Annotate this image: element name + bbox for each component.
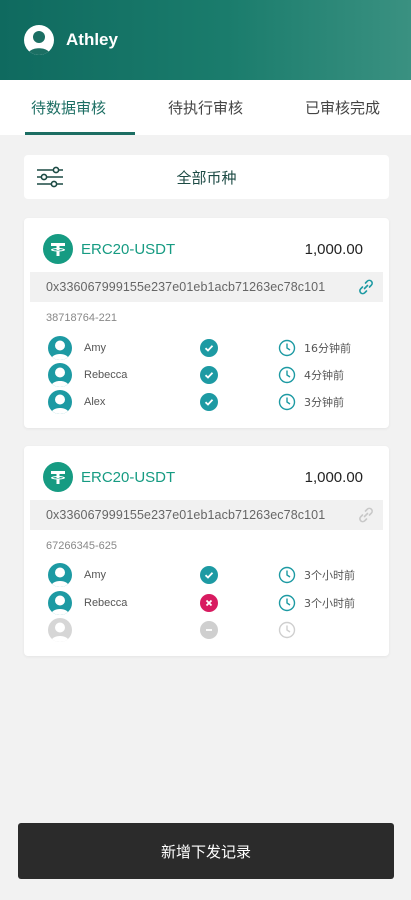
approval-time: 16分钟前 bbox=[304, 342, 351, 355]
tether-icon bbox=[43, 462, 73, 492]
approver-row: Rebecca 4分钟前 bbox=[48, 363, 369, 387]
person-avatar-icon bbox=[48, 563, 72, 587]
coin-row: ERC20-USDT 1,000.00 bbox=[43, 234, 363, 264]
tab-pending-execution-review[interactable]: 待执行审核 bbox=[137, 80, 274, 135]
minus-icon bbox=[200, 621, 218, 639]
approver-name: Rebecca bbox=[84, 597, 128, 609]
person-avatar-icon bbox=[48, 336, 72, 360]
transfer-card[interactable]: ERC20-USDT 1,000.00 0x336067999155e237e0… bbox=[24, 446, 389, 656]
tab-review-completed[interactable]: 已审核完成 bbox=[274, 80, 411, 135]
person-avatar-icon bbox=[48, 363, 72, 387]
clock-icon bbox=[278, 621, 296, 639]
transfer-card[interactable]: ERC20-USDT 1,000.00 0x336067999155e237e0… bbox=[24, 218, 389, 428]
approval-time: 3个小时前 bbox=[304, 569, 355, 582]
cross-icon bbox=[200, 594, 218, 612]
wallet-address: 0x336067999155e237e01eb1acb71263ec78c101 bbox=[46, 508, 326, 522]
user-name: Athley bbox=[66, 30, 118, 49]
tab-pending-data-review[interactable]: 待数据审核 bbox=[0, 80, 137, 135]
approval-time: 3分钟前 bbox=[304, 396, 344, 409]
approver-name: Amy bbox=[84, 569, 106, 581]
status-tabs: 待数据审核 待执行审核 已审核完成 bbox=[0, 80, 411, 135]
approver-row: Alex 3分钟前 bbox=[48, 390, 369, 414]
approver-row: Amy 3个小时前 bbox=[48, 563, 369, 587]
approver-row: Rebecca 3个小时前 bbox=[48, 591, 369, 615]
order-id: 67266345-625 bbox=[46, 540, 117, 552]
approval-time: 3个小时前 bbox=[304, 597, 355, 610]
user-avatar-icon[interactable] bbox=[24, 25, 54, 55]
clock-icon bbox=[278, 393, 296, 411]
add-record-button[interactable]: 新增下发记录 bbox=[18, 823, 394, 879]
person-avatar-icon bbox=[48, 390, 72, 414]
currency-filter[interactable]: 全部币种 bbox=[24, 155, 389, 199]
check-icon bbox=[200, 366, 218, 384]
wallet-address: 0x336067999155e237e01eb1acb71263ec78c101 bbox=[46, 280, 326, 294]
approval-time: 4分钟前 bbox=[304, 369, 344, 382]
approver-name: Amy bbox=[84, 342, 106, 354]
tether-icon bbox=[43, 234, 73, 264]
clock-icon bbox=[278, 594, 296, 612]
approver-row bbox=[48, 618, 369, 642]
coin-name: ERC20-USDT bbox=[81, 240, 176, 258]
clock-icon bbox=[278, 566, 296, 584]
person-avatar-icon bbox=[48, 591, 72, 615]
approver-name: Rebecca bbox=[84, 369, 128, 381]
link-icon[interactable] bbox=[357, 278, 375, 296]
check-icon bbox=[200, 566, 218, 584]
address-row: 0x336067999155e237e01eb1acb71263ec78c101 bbox=[30, 500, 383, 530]
clock-icon bbox=[278, 339, 296, 357]
approver-row: Amy 16分钟前 bbox=[48, 336, 369, 360]
address-row: 0x336067999155e237e01eb1acb71263ec78c101 bbox=[30, 272, 383, 302]
coin-row: ERC20-USDT 1,000.00 bbox=[43, 462, 363, 492]
clock-icon bbox=[278, 366, 296, 384]
approver-name: Alex bbox=[84, 396, 106, 408]
filter-label: 全部币种 bbox=[176, 168, 237, 187]
coin-name: ERC20-USDT bbox=[81, 468, 176, 486]
filter-sliders-icon[interactable] bbox=[36, 165, 64, 189]
amount: 1,000.00 bbox=[304, 240, 363, 258]
link-icon[interactable] bbox=[357, 506, 375, 524]
check-icon bbox=[200, 339, 218, 357]
person-avatar-icon bbox=[48, 618, 72, 642]
check-icon bbox=[200, 393, 218, 411]
app-header: Athley bbox=[0, 0, 411, 80]
amount: 1,000.00 bbox=[304, 468, 363, 486]
order-id: 38718764-221 bbox=[46, 312, 117, 324]
